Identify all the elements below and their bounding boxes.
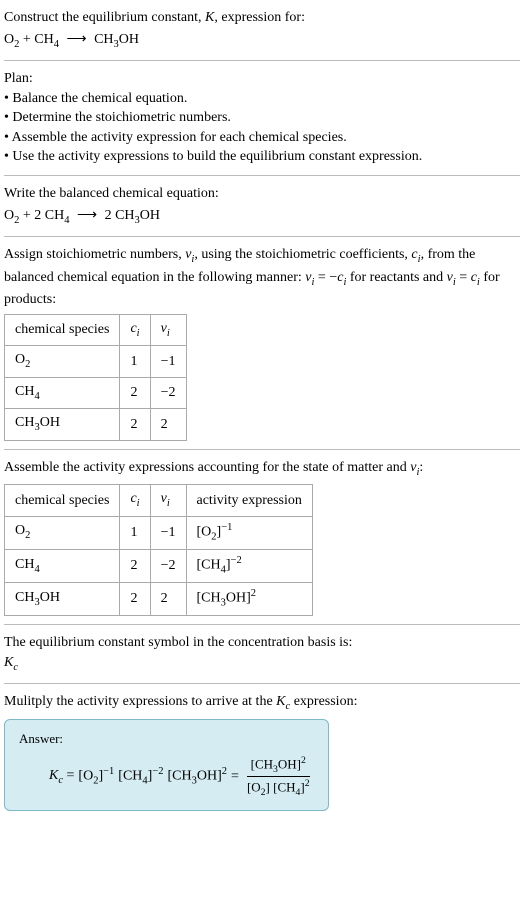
divider: [4, 60, 520, 61]
nu-cell: −2: [150, 549, 186, 582]
title-suffix: , expression for:: [214, 10, 305, 25]
term-1: [O2]−1: [78, 765, 114, 789]
col-nu: νi: [150, 314, 186, 345]
activity-cell: [O2]−1: [186, 516, 312, 549]
activity-table: chemical species ci νi activity expressi…: [4, 484, 313, 616]
answer-box: Answer: Kc = [O2]−1 [CH4]−2 [CH3OH]2 = […: [4, 719, 329, 811]
stoich-table: chemical species ci νi O2 1 −1 CH4 2 −2 …: [4, 314, 187, 441]
divider: [4, 236, 520, 237]
species-cell: CH3OH: [5, 582, 120, 615]
plan-item: Determine the stoichiometric numbers.: [4, 108, 520, 128]
plan-label: Plan:: [4, 69, 520, 89]
col-species: chemical species: [5, 314, 120, 345]
activity-text: Assemble the activity expressions accoun…: [4, 458, 520, 480]
nu-cell: −1: [150, 346, 186, 377]
answer-expression: Kc = [O2]−1 [CH4]−2 [CH3OH]2 = [CH3OH]2 …: [19, 754, 314, 800]
plan-item: Balance the chemical equation.: [4, 89, 520, 109]
table-row: CH3OH 2 2: [5, 409, 187, 440]
reactant-2: 2 CH4: [34, 208, 69, 223]
species-cell: CH4: [5, 377, 120, 408]
activity-cell: [CH3OH]2: [186, 582, 312, 615]
table-header-row: chemical species ci νi activity expressi…: [5, 485, 313, 516]
divider: [4, 624, 520, 625]
col-species: chemical species: [5, 485, 120, 516]
balanced-section: Write the balanced chemical equation: O2…: [4, 184, 520, 228]
title-text: Construct the equilibrium constant,: [4, 10, 205, 25]
term-2: [CH4]−2: [118, 765, 163, 789]
activity-cell: [CH4]−2: [186, 549, 312, 582]
product-1: CH3OH: [94, 32, 139, 47]
col-c: ci: [120, 314, 150, 345]
c-cell: 2: [120, 549, 150, 582]
species-cell: O2: [5, 516, 120, 549]
c-cell: 1: [120, 516, 150, 549]
table-row: CH4 2 −2 [CH4]−2: [5, 549, 313, 582]
table-row: CH4 2 −2: [5, 377, 187, 408]
species-cell: CH3OH: [5, 409, 120, 440]
problem-statement: Construct the equilibrium constant, K, e…: [4, 8, 520, 52]
plan-list: Balance the chemical equation. Determine…: [4, 89, 520, 167]
col-nu: νi: [150, 485, 186, 516]
plan-item: Assemble the activity expression for eac…: [4, 128, 520, 148]
stoich-text: Assign stoichiometric numbers, νi, using…: [4, 245, 520, 310]
reactant-2: CH4: [34, 32, 59, 47]
col-activity: activity expression: [186, 485, 312, 516]
divider: [4, 449, 520, 450]
multiply-section: Mulitply the activity expressions to arr…: [4, 692, 520, 811]
nu-cell: −2: [150, 377, 186, 408]
activity-section: Assemble the activity expressions accoun…: [4, 458, 520, 616]
reactant-1: O2: [4, 208, 19, 223]
table-header-row: chemical species ci νi: [5, 314, 187, 345]
species-cell: CH4: [5, 549, 120, 582]
fraction: [CH3OH]2 [O2] [CH4]2: [243, 754, 314, 800]
balanced-label: Write the balanced chemical equation:: [4, 184, 520, 204]
unbalanced-equation: O2 + CH4 ⟶ CH3OH: [4, 30, 520, 52]
table-row: O2 1 −1: [5, 346, 187, 377]
c-cell: 2: [120, 582, 150, 615]
product-1: 2 CH3OH: [105, 208, 160, 223]
basis-symbol: Kc: [4, 653, 520, 675]
c-cell: 1: [120, 346, 150, 377]
stoich-section: Assign stoichiometric numbers, νi, using…: [4, 245, 520, 441]
nu-cell: −1: [150, 516, 186, 549]
c-cell: 2: [120, 377, 150, 408]
answer-label: Answer:: [19, 730, 314, 748]
plan-section: Plan: Balance the chemical equation. Det…: [4, 69, 520, 167]
multiply-text: Mulitply the activity expressions to arr…: [4, 692, 520, 714]
basis-text: The equilibrium constant symbol in the c…: [4, 633, 520, 653]
nu-cell: 2: [150, 409, 186, 440]
reactant-1: O2: [4, 32, 19, 47]
divider: [4, 683, 520, 684]
basis-section: The equilibrium constant symbol in the c…: [4, 633, 520, 675]
denominator: [O2] [CH4]2: [243, 777, 314, 800]
term-3: [CH3OH]2: [168, 765, 228, 789]
arrow-icon: ⟶: [62, 32, 90, 47]
species-cell: O2: [5, 346, 120, 377]
table-row: CH3OH 2 2 [CH3OH]2: [5, 582, 313, 615]
plan-item: Use the activity expressions to build th…: [4, 147, 520, 167]
arrow-icon: ⟶: [73, 208, 101, 223]
c-cell: 2: [120, 409, 150, 440]
table-row: O2 1 −1 [O2]−1: [5, 516, 313, 549]
title-k: K: [205, 10, 214, 25]
balanced-equation: O2 + 2 CH4 ⟶ 2 CH3OH: [4, 206, 520, 228]
divider: [4, 175, 520, 176]
col-c: ci: [120, 485, 150, 516]
nu-cell: 2: [150, 582, 186, 615]
numerator: [CH3OH]2: [247, 754, 310, 778]
